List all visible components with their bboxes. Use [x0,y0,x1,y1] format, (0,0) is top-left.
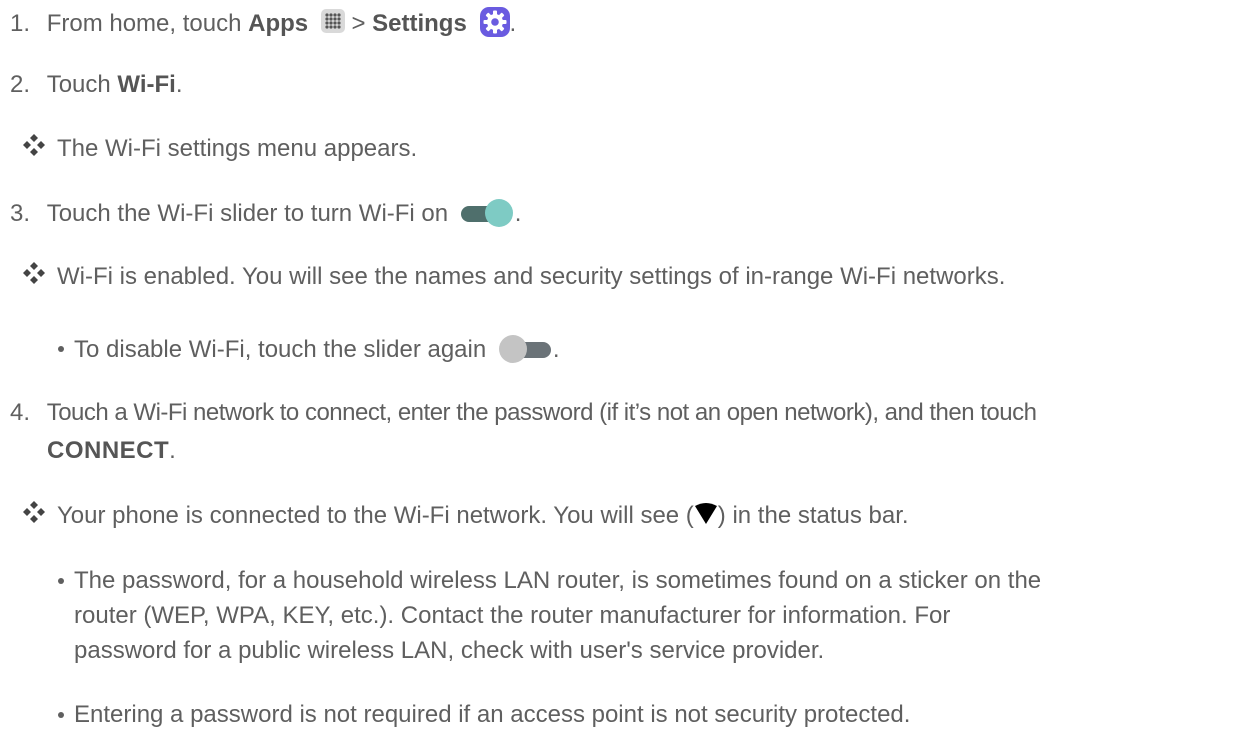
apps-label: Apps [248,10,309,37]
punctuation: . [514,200,522,227]
step-text: Touch the Wi-Fi slider to turn Wi-Fi on [46,200,455,227]
note-password-line-3: password for a public wireless LAN, chec… [74,637,825,664]
punctuation: . [169,437,176,464]
step-4-continued: CONNECT. [47,436,176,466]
note-password-line-1: The password, for a household wireless L… [74,567,1042,594]
instructions-document: 1. From home, touch Apps > Settings . 2.… [0,0,1250,728]
apps-grid-icon [320,9,345,33]
step-number: 1. [10,10,31,37]
note-text: To disable Wi-Fi, touch the slider again [74,336,493,363]
step-2: 2. Touch Wi-Fi. [10,70,183,100]
result-text: ) in the status bar. [717,502,909,529]
connect-label: CONNECT [47,437,170,464]
toggle-off-icon [498,335,551,363]
result-text: Wi-Fi is enabled. You will see the names… [57,263,1006,290]
bullet-dot [58,346,64,352]
step-3: 3. Touch the Wi-Fi slider to turn Wi-Fi … [10,198,521,229]
bullet-dot [58,712,64,718]
wifi-label: Wi-Fi [117,71,176,98]
step-number: 4. [10,399,31,426]
settings-label: Settings [372,10,467,37]
punctuation: . [552,336,560,363]
note-password-line-2: router (WEP, WPA, KEY, etc.). Contact th… [74,602,951,629]
bullet-dot [58,578,64,584]
toggle-on-icon [460,199,513,227]
result-text: Your phone is connected to the Wi-Fi net… [57,502,694,529]
four-diamond-bullet-icon [23,262,45,284]
step-text: Touch [46,71,118,98]
result-text: The Wi-Fi settings menu appears. [57,135,418,162]
step-4: 4. Touch a Wi-Fi network to connect, ent… [10,398,1037,428]
settings-gear-icon [479,7,510,37]
step-1: 1. From home, touch Apps > Settings . [10,7,516,39]
separator: > [351,10,373,37]
step-number: 2. [10,71,31,98]
punctuation: . [509,10,517,37]
four-diamond-bullet-icon [23,501,45,523]
note-disable: To disable Wi-Fi, touch the slider again… [74,334,560,365]
four-diamond-bullet-icon [23,134,45,156]
step-text: From home, touch [46,10,249,37]
step-number: 3. [10,200,31,227]
result-connected: Your phone is connected to the Wi-Fi net… [57,501,909,531]
punctuation: . [175,71,183,98]
wifi-signal-icon [694,503,717,524]
step-text: Touch a Wi-Fi network to connect, enter … [46,399,1037,426]
note-not-required: Entering a password is not required if a… [74,701,911,728]
